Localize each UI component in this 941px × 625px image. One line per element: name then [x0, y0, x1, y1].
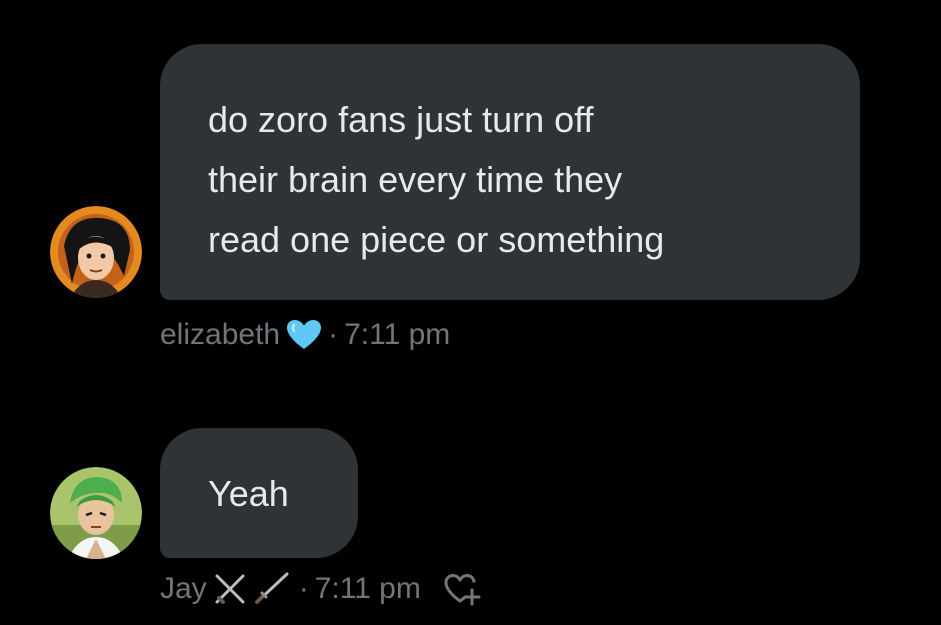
message-bubble-jay[interactable]: Yeah — [160, 428, 358, 558]
blue-heart-icon — [286, 319, 322, 351]
message-text: Yeah — [208, 473, 289, 514]
meta-separator: · — [298, 572, 309, 605]
avatar-elizabeth[interactable] — [50, 206, 142, 298]
message-text-line: do zoro fans just turn off — [208, 99, 594, 140]
message-meta-jay: Jay · 7:11 pm — [160, 572, 481, 606]
crossed-swords-icon — [213, 572, 293, 606]
message-time: 7:11 pm — [314, 572, 421, 605]
sender-name[interactable]: Jay — [160, 572, 207, 606]
avatar-jay[interactable] — [50, 467, 142, 559]
sender-name[interactable]: elizabeth — [160, 318, 280, 352]
message-time: 7:11 pm — [344, 318, 451, 351]
message-bubble-elizabeth[interactable]: do zoro fans just turn off their brain e… — [160, 44, 860, 300]
message-meta-elizabeth: elizabeth · 7:11 pm — [160, 318, 450, 352]
meta-separator: · — [328, 318, 339, 351]
add-reaction-heart-icon[interactable] — [443, 572, 481, 606]
message-text-line: read one piece or something — [208, 219, 665, 260]
message-text-line: their brain every time they — [208, 159, 623, 200]
